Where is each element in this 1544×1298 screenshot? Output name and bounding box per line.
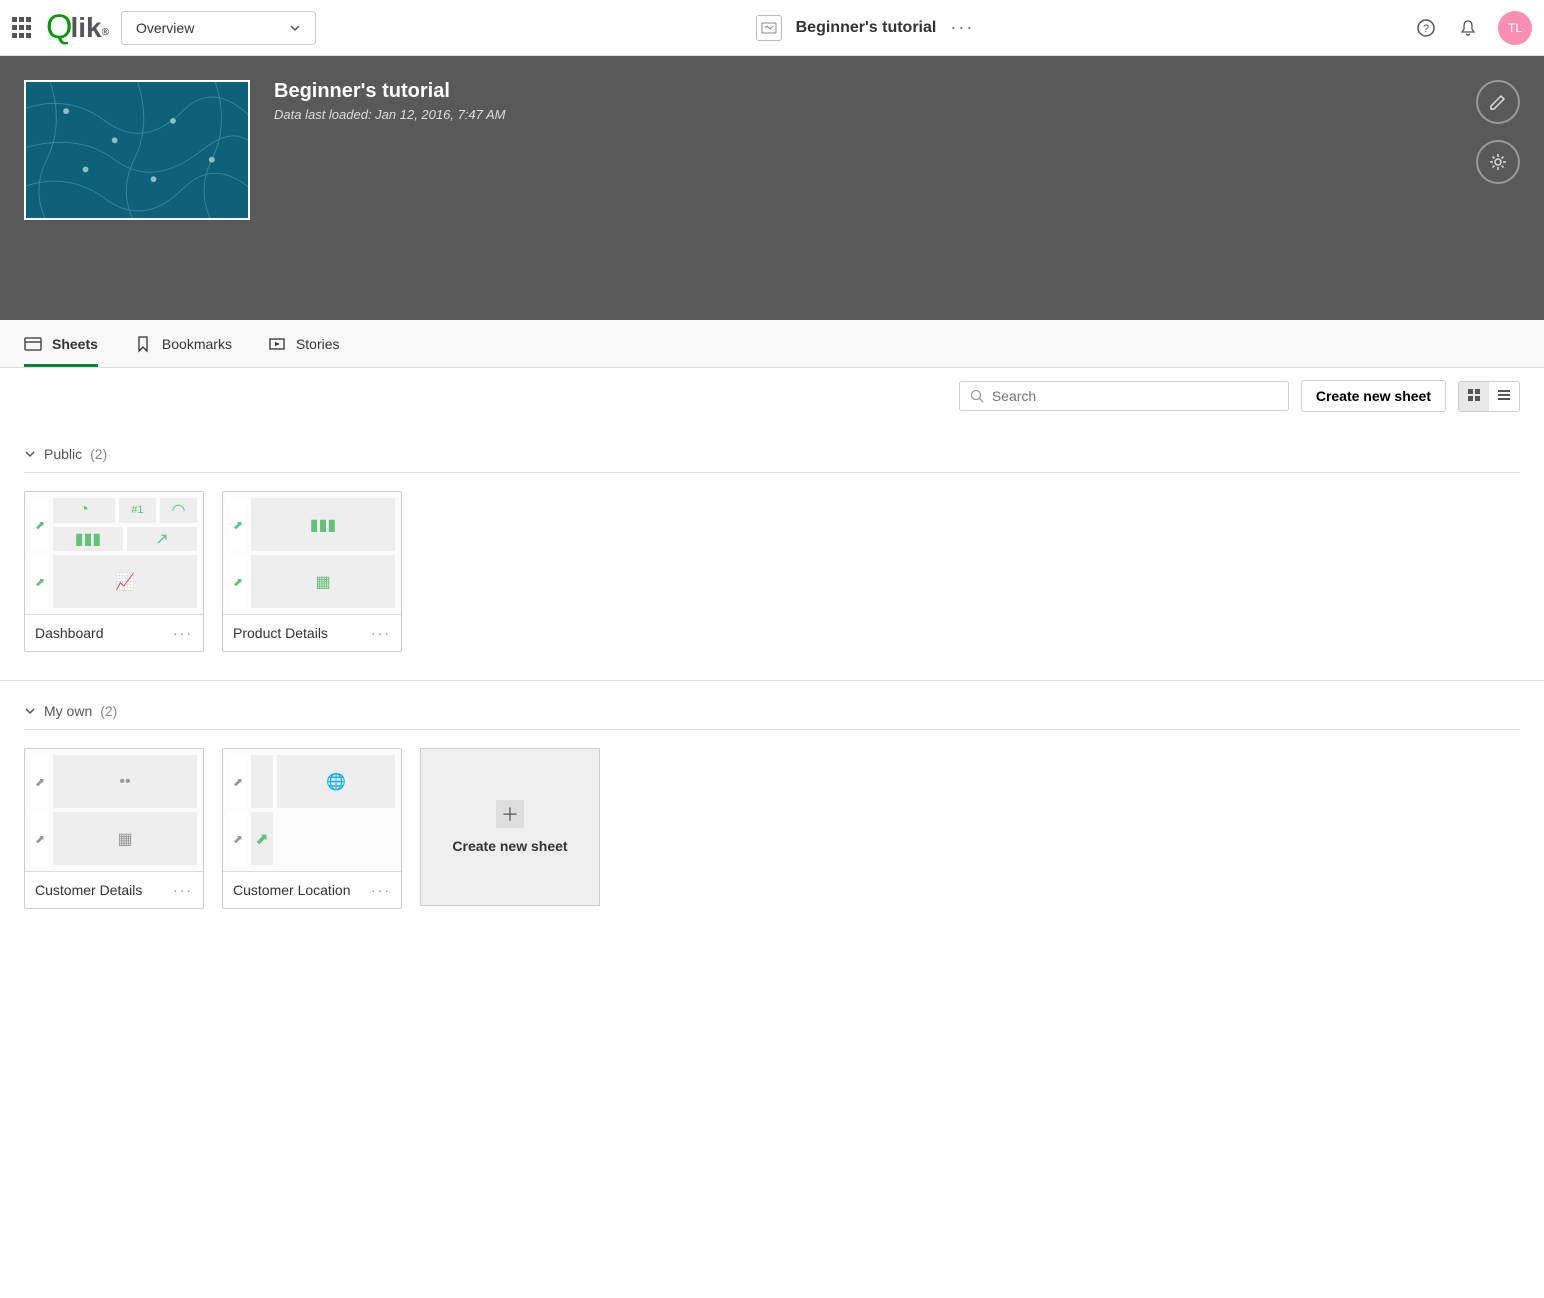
more-icon[interactable]: ···: [950, 17, 974, 38]
filter-pane-icon: [251, 755, 273, 808]
pie-chart-icon: ◔: [53, 498, 115, 523]
dropdown-label: Overview: [136, 20, 194, 36]
help-icon[interactable]: ?: [1414, 16, 1438, 40]
public-count: (2): [90, 446, 107, 462]
overview-dropdown[interactable]: Overview: [121, 11, 316, 45]
card-title: Product Details: [233, 625, 328, 641]
bar-chart-icon: ▮▮▮: [53, 527, 123, 552]
trend-chart-icon: 📈: [53, 555, 197, 608]
create-new-sheet-button[interactable]: Create new sheet: [1301, 380, 1446, 412]
tab-stories[interactable]: Stories: [268, 320, 340, 367]
hash1-label: #1: [131, 504, 143, 516]
apps-grid-icon[interactable]: [12, 17, 34, 39]
globe-icon: 🌐: [277, 755, 395, 808]
sheet-link-icon: ⬈: [229, 812, 247, 865]
app-thumbnail[interactable]: [24, 80, 250, 220]
view-toggle: [1458, 381, 1520, 412]
tab-bookmarks-label: Bookmarks: [162, 336, 232, 352]
myown-count: (2): [100, 703, 117, 719]
myown-cards: ⬈ •• ⬈ ▦ Customer Details ··· ⬈ 🌐 ⬈ ⬈: [24, 730, 1520, 909]
search-icon: [970, 389, 984, 403]
card-footer: Customer Details ···: [25, 871, 203, 908]
sheet-link-icon: ⬈: [31, 755, 49, 808]
table-icon: ▦: [53, 812, 197, 865]
hero-actions: [1476, 80, 1520, 184]
tab-sheets[interactable]: Sheets: [24, 320, 98, 367]
card-preview: ⬈ ◔ #1 ◠ ▮▮▮ ↗ ⬈ 📈: [25, 492, 203, 614]
grid-chart-icon: ▦: [251, 555, 395, 608]
create-new-sheet-label: Create new sheet: [452, 838, 567, 854]
sheet-card-product-details[interactable]: ⬈ ▮▮▮ ⬈ ▦ Product Details ···: [222, 491, 402, 652]
card-footer: Product Details ···: [223, 614, 401, 651]
app-title: Beginner's tutorial: [796, 19, 937, 37]
app-hero: Beginner's tutorial Data last loaded: Ja…: [0, 56, 1544, 320]
chevron-down-icon: [24, 448, 36, 460]
tab-stories-label: Stories: [296, 336, 340, 352]
card-preview: ⬈ •• ⬈ ▦: [25, 749, 203, 871]
hero-title: Beginner's tutorial: [274, 80, 506, 103]
top-bar: Qlik® Overview Beginner's tutorial ··· ?…: [0, 0, 1544, 56]
app-thumb-icon: [756, 15, 782, 41]
sheet-card-dashboard[interactable]: ⬈ ◔ #1 ◠ ▮▮▮ ↗ ⬈ 📈: [24, 491, 204, 652]
tab-bookmarks[interactable]: Bookmarks: [134, 320, 232, 367]
sheet-link-icon: ⬈: [31, 555, 49, 608]
chevron-down-icon: [24, 705, 36, 717]
tab-sheets-label: Sheets: [52, 336, 98, 352]
tabs-row: Sheets Bookmarks Stories: [0, 320, 1544, 368]
create-new-sheet-tile[interactable]: ＋ Create new sheet: [420, 748, 600, 906]
card-title: Customer Details: [35, 882, 142, 898]
myown-section-header[interactable]: My own (2): [24, 693, 1520, 730]
card-more-icon[interactable]: ···: [371, 882, 391, 898]
avatar-initials: TL: [1508, 21, 1522, 35]
sheet-link-icon: ⬈: [229, 555, 247, 608]
sheet-link-icon: ⬈: [31, 812, 49, 865]
edit-button[interactable]: [1476, 80, 1520, 124]
sheet-out-icon: ⬈: [251, 812, 273, 865]
hero-info: Beginner's tutorial Data last loaded: Ja…: [274, 80, 506, 220]
card-title: Dashboard: [35, 625, 104, 641]
topbar-center: Beginner's tutorial ···: [328, 15, 1402, 41]
public-section-header[interactable]: Public (2): [24, 436, 1520, 473]
public-cards: ⬈ ◔ #1 ◠ ▮▮▮ ↗ ⬈ 📈: [24, 473, 1520, 652]
search-input[interactable]: [992, 388, 1278, 404]
svg-text:?: ?: [1423, 23, 1429, 35]
qlik-logo: Qlik®: [46, 8, 109, 47]
settings-button[interactable]: [1476, 140, 1520, 184]
card-footer: Dashboard ···: [25, 614, 203, 651]
plus-icon: ＋: [496, 800, 524, 828]
public-section: Public (2) ⬈ ◔ #1 ◠ ▮▮▮ ↗ ⬈: [0, 424, 1544, 681]
sheet-card-customer-details[interactable]: ⬈ •• ⬈ ▦ Customer Details ···: [24, 748, 204, 909]
card-more-icon[interactable]: ···: [371, 625, 391, 641]
search-box[interactable]: [959, 381, 1289, 411]
bell-icon[interactable]: [1456, 16, 1480, 40]
card-preview: ⬈ ▮▮▮ ⬈ ▦: [223, 492, 401, 614]
public-label: Public: [44, 446, 82, 462]
sheet-link-icon: ⬈: [229, 755, 247, 808]
card-more-icon[interactable]: ···: [173, 882, 193, 898]
card-footer: Customer Location ···: [223, 871, 401, 908]
list-view-button[interactable]: [1489, 382, 1519, 411]
topbar-right: ? TL: [1414, 11, 1532, 45]
grid-view-button[interactable]: [1459, 382, 1489, 411]
sheet-link-icon: ⬈: [31, 498, 49, 551]
myown-section: My own (2) ⬈ •• ⬈ ▦ Customer Details ···…: [0, 681, 1544, 937]
hero-meta: Data last loaded: Jan 12, 2016, 7:47 AM: [274, 107, 506, 122]
toolbar: Create new sheet: [0, 368, 1544, 424]
myown-label: My own: [44, 703, 92, 719]
card-more-icon[interactable]: ···: [173, 625, 193, 641]
chevron-down-icon: [289, 22, 301, 34]
card-preview: ⬈ 🌐 ⬈ ⬈: [223, 749, 401, 871]
gauge-icon: ◠: [160, 498, 197, 523]
line-chart-icon: ↗: [127, 527, 197, 552]
sheet-link-icon: ⬈: [229, 498, 247, 551]
sheet-card-customer-location[interactable]: ⬈ 🌐 ⬈ ⬈ Customer Location ···: [222, 748, 402, 909]
card-title: Customer Location: [233, 882, 351, 898]
logo-q-letter: Q: [46, 8, 72, 47]
avatar[interactable]: TL: [1498, 11, 1532, 45]
scatter-icon: ••: [53, 755, 197, 808]
bar-chart-icon: ▮▮▮: [251, 498, 395, 551]
